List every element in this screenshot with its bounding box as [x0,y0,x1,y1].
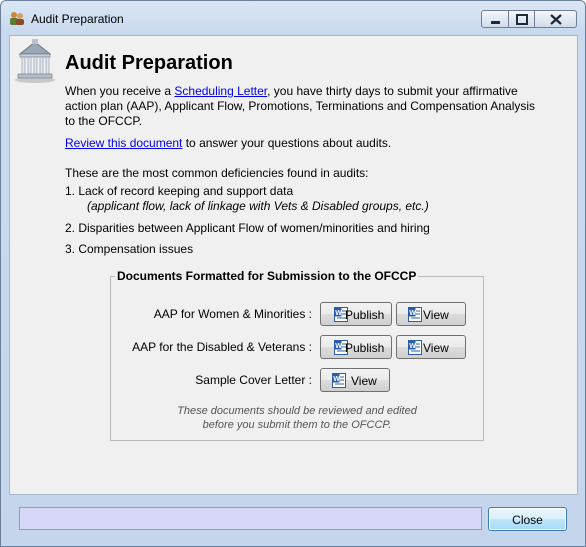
deficiencies-heading: These are the most common deficiencies f… [65,166,369,180]
publish-women-minorities-button[interactable]: W Publish [320,302,392,326]
review-document-link[interactable]: Review this document [65,136,182,150]
intro-line2: action plan (AAP), Applicant Flow, Promo… [65,99,536,113]
svg-text:W: W [409,343,416,350]
svg-text:W: W [409,310,416,317]
review-rest: to answer your questions about audits. [182,136,392,150]
maximize-icon [516,14,528,25]
review-note-line2: before you submit them to the OFCCP. [202,419,392,431]
svg-text:W: W [335,343,342,350]
courthouse-icon [15,39,55,83]
word-document-icon: W [408,340,422,355]
view-label: View [423,308,449,322]
deficiency-item-2: 2. Disparities between Applicant Flow of… [65,221,430,235]
publish-label: Publish [345,341,385,355]
publish-disabled-veterans-button[interactable]: W Publish [320,335,392,359]
intro-paragraph: When you receive a Scheduling Letter, yo… [65,84,565,129]
view-cover-letter-button[interactable]: W View [320,368,390,392]
minimize-icon [491,21,500,24]
status-field [19,507,482,530]
minimize-button[interactable] [481,10,509,28]
view-label: View [423,341,449,355]
close-window-button[interactable] [535,10,577,28]
deficiency-item-1-detail: (applicant flow, lack of linkage with Ve… [87,199,429,213]
deficiency-item-1: 1. Lack of record keeping and support da… [65,184,294,198]
view-disabled-veterans-button[interactable]: W View [396,335,466,359]
deficiency-item-3: 3. Compensation issues [65,242,194,256]
svg-text:W: W [333,376,340,383]
svg-text:W: W [335,310,342,317]
scheduling-letter-link[interactable]: Scheduling Letter [174,84,267,98]
audit-preparation-window: Audit Preparation Audit Preparation When… [0,0,586,547]
window-title: Audit Preparation [31,12,124,26]
intro-line1-rest: , you have thirty days to submit your af… [267,84,518,98]
review-paragraph: Review this document to answer your ques… [65,136,565,151]
aap-disabled-veterans-label: AAP for the Disabled & Veterans : [132,340,312,354]
documents-group-title: Documents Formatted for Submission to th… [115,269,419,283]
view-label: View [351,374,377,388]
view-women-minorities-button[interactable]: W View [396,302,466,326]
page-heading: Audit Preparation [65,52,233,74]
intro-line3: to the OFCCP. [65,114,143,128]
review-note-line1: These documents should be reviewed and e… [177,405,417,417]
word-document-icon: W [332,373,346,388]
title-bar[interactable]: Audit Preparation [1,1,585,35]
people-app-icon [10,12,24,25]
close-button[interactable]: Close [488,507,567,531]
close-button-label: Close [512,513,543,527]
intro-prefix: When you receive a [65,84,175,98]
publish-label: Publish [345,308,385,322]
aap-women-minorities-label: AAP for Women & Minorities : [153,307,312,321]
close-icon [550,14,562,25]
content-panel: Audit Preparation When you receive a Sch… [9,35,578,495]
maximize-button[interactable] [509,10,535,28]
word-document-icon: W [408,307,422,322]
documents-group: Documents Formatted for Submission to th… [110,269,484,441]
sample-cover-letter-label: Sample Cover Letter : [195,373,312,387]
